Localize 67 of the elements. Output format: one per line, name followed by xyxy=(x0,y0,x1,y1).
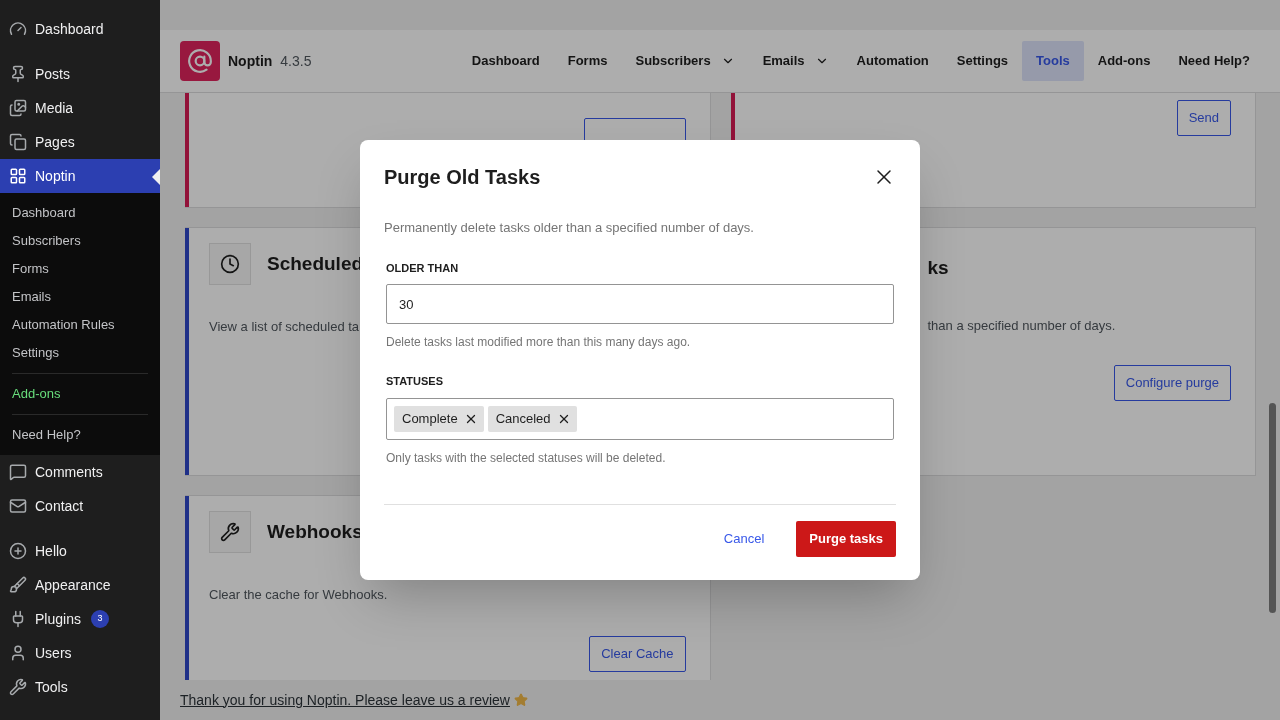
submenu-item[interactable]: Subscribers xyxy=(0,227,160,255)
sidebar-item[interactable]: Media xyxy=(0,91,160,125)
outline-button[interactable]: Configure purge xyxy=(1113,365,1231,401)
status-chip: Canceled xyxy=(487,405,577,432)
wrench-icon xyxy=(9,678,27,696)
plus-circle-icon xyxy=(9,542,27,560)
sidebar-item[interactable]: Contact xyxy=(0,489,160,523)
review-link[interactable]: Thank you for using Noptin. Please leave us a review xyxy=(180,689,510,711)
field-label: OLDER THAN xyxy=(386,260,460,276)
submenu-item[interactable]: Emails xyxy=(0,283,160,311)
sidebar-item[interactable]: Pages xyxy=(0,125,160,159)
nav-tab[interactable]: Need Help? xyxy=(1164,41,1264,81)
submenu-item[interactable]: Need Help? xyxy=(12,421,148,449)
outline-button[interactable]: Send xyxy=(1176,100,1231,136)
submenu-item[interactable]: Automation Rules xyxy=(0,311,160,339)
sidebar-item[interactable]: Comments xyxy=(0,455,160,489)
card-title: Webhooks xyxy=(267,519,363,544)
nav-tab[interactable]: Add-ons xyxy=(1083,41,1165,81)
card-description: than a specified number of days. xyxy=(927,316,1117,335)
field-help: Only tasks with the selected statuses will be deleted. xyxy=(386,449,667,467)
sidebar-item[interactable]: Hello xyxy=(0,534,160,568)
sidebar-item[interactable]: Dashboard xyxy=(0,12,160,46)
card-description: Clear the cache for Webhooks. xyxy=(209,586,389,604)
nav-tab[interactable]: Settings xyxy=(942,41,1023,81)
purge-button[interactable]: Purge tasks xyxy=(796,521,896,557)
sidebar-item[interactable]: Appearance xyxy=(0,568,160,602)
user-icon xyxy=(9,644,27,662)
submenu-item[interactable]: Dashboard xyxy=(0,199,160,227)
gauge-icon xyxy=(9,20,27,38)
tags-field[interactable]: Complete Canceled xyxy=(386,397,894,440)
app-logo xyxy=(180,41,220,81)
outline-button[interactable]: Clear Cache xyxy=(589,636,686,672)
sidebar-item[interactable]: Users xyxy=(0,636,160,670)
app-version: 4.3.5 xyxy=(280,51,312,71)
nav-tab[interactable]: Forms xyxy=(553,41,622,81)
card-title: ks xyxy=(927,256,949,280)
count-badge: 3 xyxy=(90,610,109,628)
images-icon xyxy=(9,99,27,117)
pages-icon xyxy=(9,133,27,151)
nav-tab[interactable]: Emails xyxy=(748,41,843,81)
submenu-item[interactable]: Settings xyxy=(0,339,160,367)
star-icon xyxy=(513,693,528,707)
nav-tab[interactable]: Dashboard xyxy=(457,41,554,81)
field-help: Delete tasks last modified more than this many days ago. xyxy=(386,334,692,351)
dialog-description: Permanently delete tasks older than a specified number of days. xyxy=(384,219,755,237)
submenu-item[interactable]: Forms xyxy=(0,255,160,283)
wrench-icon xyxy=(220,522,240,542)
sidebar-item[interactable]: Noptin xyxy=(0,159,160,193)
cancel-button[interactable]: Cancel xyxy=(711,521,777,557)
nav-tab[interactable]: Automation xyxy=(842,41,943,81)
submenu-item[interactable]: Add-ons xyxy=(12,380,148,408)
pin-icon xyxy=(9,65,27,83)
sidebar-item[interactable]: Plugins 3 xyxy=(0,602,160,636)
brush-icon xyxy=(9,576,27,594)
nav-tab[interactable]: Subscribers xyxy=(621,41,749,81)
field-label: STATUSES xyxy=(386,374,445,389)
clock-icon xyxy=(220,254,240,274)
app-name: Noptin xyxy=(228,51,273,71)
status-chip: Complete xyxy=(394,405,484,432)
envelope-icon xyxy=(9,497,27,515)
speech-bubble-icon xyxy=(9,463,27,481)
card-description: View a list of scheduled ta xyxy=(209,318,361,336)
sidebar-item[interactable]: Tools xyxy=(0,670,160,704)
sidebar-item[interactable]: Posts xyxy=(0,57,160,91)
dialog-title: Purge Old Tasks xyxy=(384,165,541,190)
grid-icon xyxy=(9,167,27,185)
number-field[interactable]: 30 xyxy=(386,284,894,324)
